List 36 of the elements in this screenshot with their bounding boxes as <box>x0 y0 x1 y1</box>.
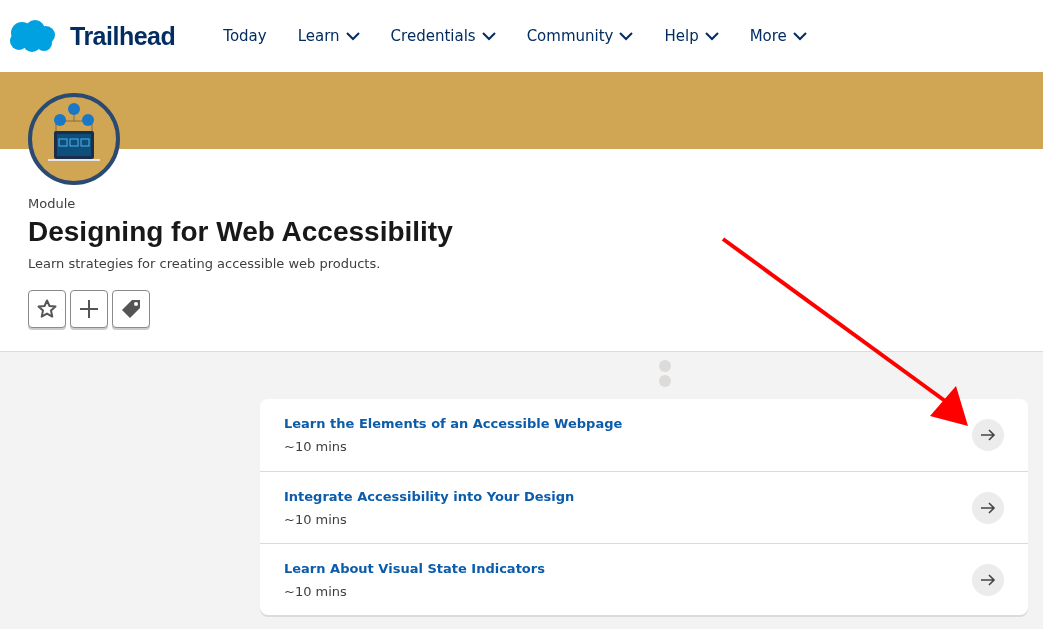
arrow-right-icon <box>980 572 996 587</box>
unit-link[interactable]: Integrate Accessibility into Your Design <box>284 488 575 504</box>
nav-item[interactable]: Help <box>664 27 719 45</box>
open-unit-button[interactable] <box>972 491 1004 524</box>
module-label: Module <box>28 196 77 211</box>
chevron-down-icon <box>704 31 719 41</box>
progress-dot <box>658 375 671 387</box>
unit-duration: ~10 mins <box>284 583 348 599</box>
unit-link[interactable]: Learn About Visual State Indicators <box>284 560 545 576</box>
favorite-button[interactable] <box>28 290 66 328</box>
nav-item[interactable]: Today <box>223 27 267 45</box>
plus-icon <box>79 299 99 319</box>
tag-icon <box>120 298 142 320</box>
unit-duration: ~10 mins <box>284 511 348 527</box>
module-description: Learn strategies for creating accessible web products. <box>28 256 382 271</box>
chevron-down-icon <box>345 31 360 41</box>
logo-text[interactable]: Trailhead <box>70 21 176 51</box>
nav-item[interactable]: Community <box>526 27 634 45</box>
nav-item[interactable]: More <box>749 27 807 45</box>
arrow-right-icon <box>980 500 996 515</box>
chevron-down-icon <box>481 31 496 41</box>
nav-item[interactable]: Learn <box>297 27 360 45</box>
unit-link[interactable]: Learn the Elements of an Accessible Webpage <box>284 416 623 431</box>
chevron-down-icon <box>792 31 807 41</box>
arrow-right-icon <box>980 428 996 442</box>
unit-duration: ~10 mins <box>284 439 348 454</box>
progress-dot <box>658 360 671 372</box>
open-unit-button[interactable] <box>972 563 1004 596</box>
chevron-down-icon <box>619 31 634 41</box>
tag-button[interactable] <box>112 290 150 328</box>
module-title: Designing for Web Accessibility <box>28 216 454 248</box>
cloud-logo-icon <box>8 19 56 53</box>
open-unit-button[interactable] <box>972 419 1004 451</box>
nav-item[interactable]: Credentials <box>390 27 496 45</box>
star-icon <box>37 299 57 319</box>
add-button[interactable] <box>70 290 108 328</box>
